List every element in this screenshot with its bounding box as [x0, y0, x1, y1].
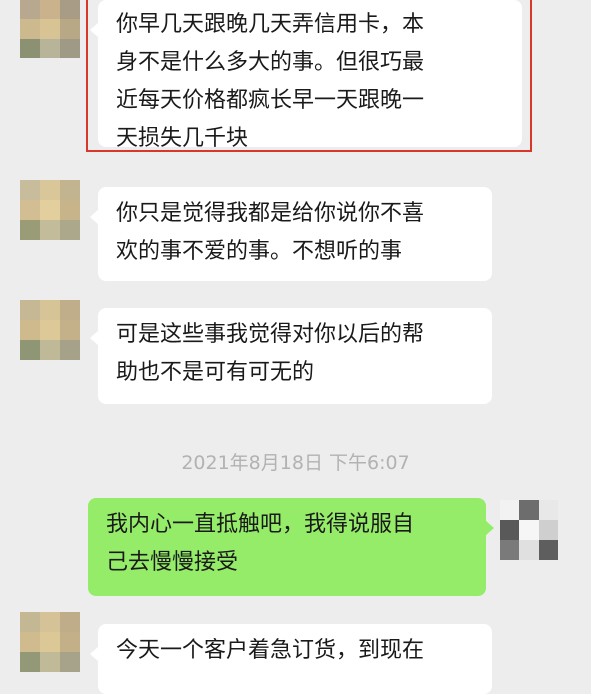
incoming-message-bubble[interactable]: 你早几天跟晚几天弄信用卡，本 身不是什么多大的事。但很巧最 近每天价格都疯长早一…: [90, 0, 522, 151]
message-text-line: 近每天价格都疯长早一天跟晚一: [116, 88, 425, 113]
message-text-line: 你只是觉得我都是给你说你不喜: [116, 201, 425, 226]
outgoing-message-bubble[interactable]: 我内心一直抵触吧，我得说服自 己去慢慢接受: [88, 498, 494, 596]
contact-avatar-icon[interactable]: [20, 180, 80, 240]
message-text-line: 天损失几千块: [116, 126, 249, 151]
message-text-line: 己去慢慢接受: [106, 550, 239, 575]
self-avatar-icon[interactable]: [500, 500, 558, 560]
incoming-message-bubble[interactable]: 可是这些事我觉得对你以后的帮 助也不是可有可无的: [90, 308, 492, 404]
message-text-line: 今天一个客户着急订货，到现在: [116, 638, 425, 663]
message-text-line: 我内心一直抵触吧，我得说服自: [106, 512, 415, 537]
message-text-line: 你早几天跟晚几天弄信用卡，本: [116, 12, 425, 37]
message-text-line: 助也不是可有可无的: [116, 360, 315, 385]
message-text-line: 欢的事不爱的事。不想听的事: [116, 239, 403, 264]
contact-avatar-icon[interactable]: [20, 300, 80, 360]
chat-timestamp: 2021年8月18日 下午6:07: [181, 452, 410, 474]
message-text-line: 可是这些事我觉得对你以后的帮: [116, 322, 425, 347]
contact-avatar-icon[interactable]: [20, 0, 80, 58]
contact-avatar-icon[interactable]: [20, 612, 80, 672]
message-text-line: 身不是什么多大的事。但很巧最: [116, 50, 425, 75]
incoming-message-bubble[interactable]: 今天一个客户着急订货，到现在: [90, 624, 492, 694]
incoming-message-bubble[interactable]: 你只是觉得我都是给你说你不喜 欢的事不爱的事。不想听的事: [90, 187, 492, 281]
